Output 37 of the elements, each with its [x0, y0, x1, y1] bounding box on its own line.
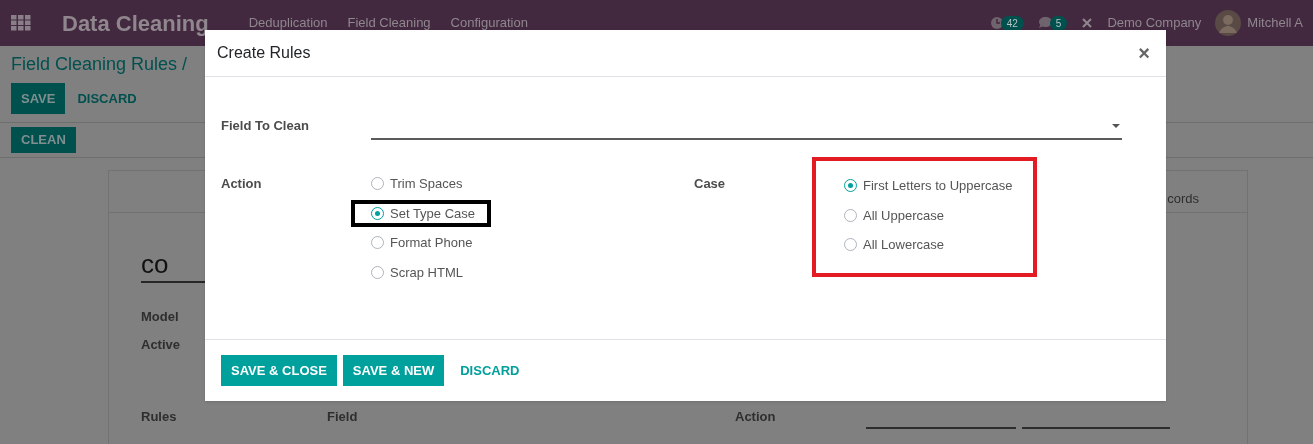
save-button[interactable]: SAVE — [11, 83, 66, 114]
column-header: Action — [735, 408, 776, 426]
user-name[interactable]: Mitchell A — [1247, 13, 1303, 33]
close-button[interactable]: × — [1134, 43, 1154, 63]
field-label: Case — [694, 176, 727, 193]
radio-option[interactable]: Set Type Case — [351, 199, 492, 227]
dropdown-caret-icon — [1112, 123, 1120, 129]
discard-link[interactable]: DISCARD — [450, 355, 530, 386]
radio-option[interactable]: All Lowercase — [844, 233, 1033, 257]
dialog-title: Create Rules — [217, 43, 311, 63]
app-title: Data Cleaning — [62, 9, 209, 38]
radio-option[interactable]: Trim Spaces — [351, 170, 479, 198]
discard-link[interactable]: DISCARD — [65, 83, 149, 114]
field-label: Action — [221, 176, 263, 193]
radio-option[interactable]: All Uppercase — [844, 203, 1033, 227]
radio-option[interactable]: Format Phone — [351, 229, 489, 257]
field-label: Active — [141, 336, 181, 351]
company-switcher[interactable]: Demo Company — [1107, 13, 1202, 33]
field-label: Field To Clean — [221, 116, 310, 135]
save-button[interactable]: SAVE & NEW — [342, 355, 445, 386]
menu-item[interactable]: Deduplication — [248, 13, 328, 33]
save-button[interactable]: SAVE & CLOSE — [221, 355, 337, 386]
notification-badge: 42 — [1000, 15, 1024, 31]
column-header: Field — [327, 408, 359, 426]
avatar — [1215, 10, 1242, 36]
field-label: Model — [141, 308, 179, 323]
notification-badge: 5 — [1049, 15, 1068, 31]
tab-label[interactable]: cords — [1167, 188, 1199, 208]
menu-item[interactable]: Configuration — [450, 13, 528, 33]
radio-option[interactable]: First Letters to Uppercase — [844, 174, 1033, 198]
menu-item[interactable]: Field Cleaning — [347, 13, 431, 33]
section-label: Rules — [141, 408, 178, 426]
apps-grid-icon[interactable] — [11, 15, 31, 31]
clean-button[interactable]: CLEAN — [11, 127, 76, 153]
chat-icon[interactable] — [1037, 16, 1053, 30]
clock-icon[interactable] — [989, 16, 1004, 30]
radio-option[interactable]: Scrap HTML — [351, 258, 479, 286]
